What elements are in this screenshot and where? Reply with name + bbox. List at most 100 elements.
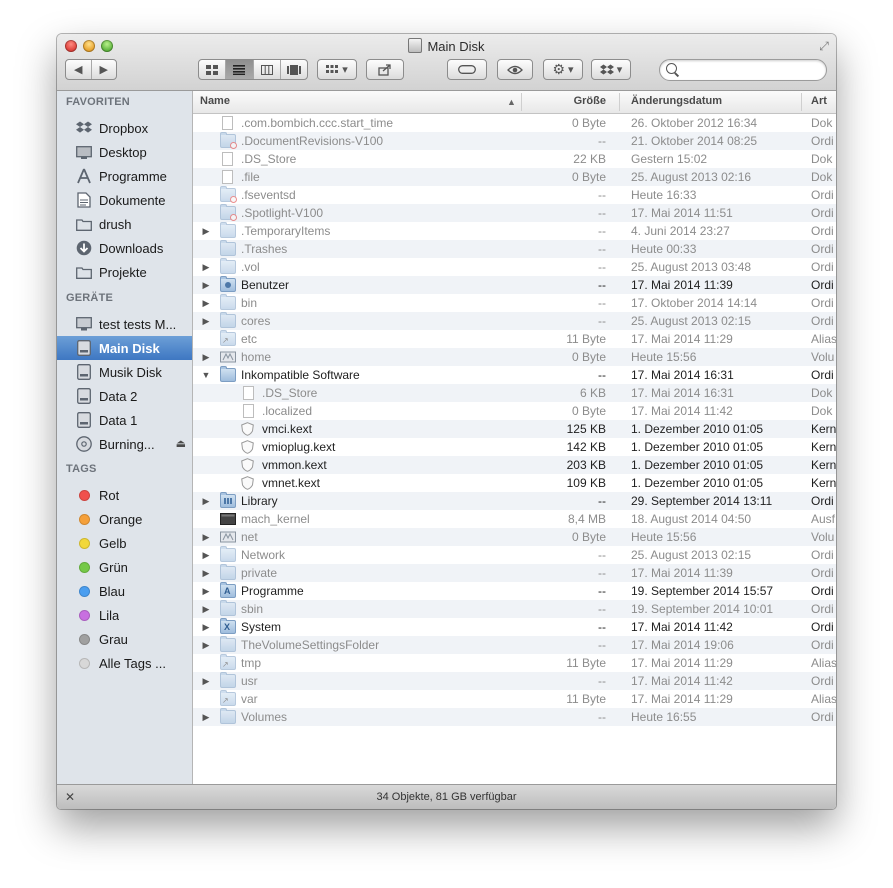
- sidebar-item-test-tests-m[interactable]: test tests M...: [57, 312, 192, 336]
- file-name: Volumes: [241, 710, 288, 724]
- disclosure-open-icon[interactable]: ▼: [201, 366, 211, 384]
- icon-view-button[interactable]: [199, 60, 227, 79]
- arrange-button[interactable]: ▾: [317, 59, 357, 80]
- sidebar-item-drush[interactable]: drush: [57, 212, 192, 236]
- disclosure-closed-icon[interactable]: ▶: [201, 312, 211, 330]
- table-row[interactable]: .DS_Store 22 KB Gestern 15:02 Dok: [193, 150, 836, 168]
- sidebar-item-dropbox[interactable]: Dropbox: [57, 116, 192, 140]
- tags-button[interactable]: [447, 59, 487, 80]
- file-size: --: [598, 638, 606, 652]
- table-row[interactable]: ▶ bin -- 17. Oktober 2014 14:14 Ordi: [193, 294, 836, 312]
- sidebar-item-burning[interactable]: Burning... ⏏: [57, 432, 192, 456]
- disclosure-closed-icon[interactable]: ▶: [201, 348, 211, 366]
- table-row[interactable]: .Trashes -- Heute 00:33 Ordi: [193, 240, 836, 258]
- dropbox-button[interactable]: ▾: [591, 59, 631, 80]
- table-row[interactable]: .DocumentRevisions-V100 -- 21. Oktober 201…: [193, 132, 836, 150]
- table-row[interactable]: .com.bombich.ccc.start_time 0 Byte 26. Okt…: [193, 114, 836, 132]
- table-row[interactable]: .localized 0 Byte 17. Mai 2014 11:42 Dok: [193, 402, 836, 420]
- sidebar-item-projekte[interactable]: Projekte: [57, 260, 192, 284]
- grid-icon: [206, 64, 219, 75]
- table-row[interactable]: ↗ tmp 11 Byte 17. Mai 2014 11:29 Alias: [193, 654, 836, 672]
- table-row[interactable]: ↗ etc 11 Byte 17. Mai 2014 11:29 Alias: [193, 330, 836, 348]
- sidebar-item-data-1[interactable]: Data 1: [57, 408, 192, 432]
- sidebar-item-lila[interactable]: Lila: [57, 603, 192, 627]
- sidebar-item-grau[interactable]: Grau: [57, 627, 192, 651]
- table-row[interactable]: ▶ usr -- 17. Mai 2014 11:42 Ordi: [193, 672, 836, 690]
- sidebar-item-main-disk[interactable]: Main Disk: [57, 336, 192, 360]
- list-view-button[interactable]: [226, 60, 254, 79]
- table-row[interactable]: ▶ TheVolumeSettingsFolder -- 17. Mai 2014 1…: [193, 636, 836, 654]
- table-row[interactable]: ▶ Volumes -- Heute 16:55 Ordi: [193, 708, 836, 726]
- sidebar-item-gelb[interactable]: Gelb: [57, 531, 192, 555]
- table-row[interactable]: vmci.kext 125 KB 1. Dezember 2010 01:05 Ker…: [193, 420, 836, 438]
- table-row[interactable]: ▶ sbin -- 19. September 2014 10:01 Ordi: [193, 600, 836, 618]
- disclosure-closed-icon[interactable]: ▶: [201, 546, 211, 564]
- table-row[interactable]: ▶ X System -- 17. Mai 2014 11:42 Ordi: [193, 618, 836, 636]
- disclosure-closed-icon[interactable]: ▶: [201, 582, 211, 600]
- disclosure-closed-icon[interactable]: ▶: [201, 528, 211, 546]
- column-size[interactable]: Größe: [523, 95, 606, 107]
- table-row[interactable]: .DS_Store 6 KB 17. Mai 2014 16:31 Dok: [193, 384, 836, 402]
- table-row[interactable]: ▶ Benutzer -- 17. Mai 2014 11:39 Ordi: [193, 276, 836, 294]
- table-row[interactable]: mach_kernel 8,4 MB 18. August 2014 04:50 Au…: [193, 510, 836, 528]
- disclosure-closed-icon[interactable]: ▶: [201, 564, 211, 582]
- sidebar-item-alle-tags[interactable]: Alle Tags ...: [57, 651, 192, 675]
- table-row[interactable]: ▶ cores -- 25. August 2013 02:15 Ordi: [193, 312, 836, 330]
- disclosure-closed-icon[interactable]: ▶: [201, 672, 211, 690]
- disclosure-closed-icon[interactable]: ▶: [201, 636, 211, 654]
- action-button[interactable]: ⚙ ▾: [543, 59, 583, 80]
- disclosure-closed-icon[interactable]: ▶: [201, 294, 211, 312]
- sidebar-item-blau[interactable]: Blau: [57, 579, 192, 603]
- sidebar-item-dokumente[interactable]: Dokumente: [57, 188, 192, 212]
- search-field[interactable]: [659, 59, 827, 81]
- sidebar-item-desktop[interactable]: Desktop: [57, 140, 192, 164]
- table-row[interactable]: ▼ Inkompatible Software -- 17. Mai 2014 16:…: [193, 366, 836, 384]
- column-date[interactable]: Änderungsdatum: [631, 95, 722, 107]
- share-button[interactable]: [366, 59, 404, 80]
- table-row[interactable]: ▶ Library -- 29. September 2014 13:11 Ordi: [193, 492, 836, 510]
- sidebar-item-orange[interactable]: Orange: [57, 507, 192, 531]
- table-row[interactable]: .Spotlight-V100 -- 17. Mai 2014 11:51 Ordi: [193, 204, 836, 222]
- table-row[interactable]: ▶ .TemporaryItems -- 4. Juni 2014 23:27 Ordi: [193, 222, 836, 240]
- table-row[interactable]: ▶ .vol -- 25. August 2013 03:48 Ordi: [193, 258, 836, 276]
- column-name[interactable]: Name: [200, 95, 230, 107]
- table-row[interactable]: .fseventsd -- Heute 16:33 Ordi: [193, 186, 836, 204]
- disclosure-closed-icon[interactable]: ▶: [201, 600, 211, 618]
- table-row[interactable]: ▶ home 0 Byte Heute 15:56 Volu: [193, 348, 836, 366]
- document-icon: [243, 404, 254, 418]
- kext-shield-icon: [241, 458, 254, 472]
- eject-icon[interactable]: ⏏: [176, 437, 186, 450]
- sidebar-item-grün[interactable]: Grün: [57, 555, 192, 579]
- table-row[interactable]: ↗ var 11 Byte 17. Mai 2014 11:29 Alias: [193, 690, 836, 708]
- sidebar-item-rot[interactable]: Rot: [57, 483, 192, 507]
- sidebar-item-data-2[interactable]: Data 2: [57, 384, 192, 408]
- table-row[interactable]: vmnet.kext 109 KB 1. Dezember 2010 01:05 Ke…: [193, 474, 836, 492]
- disclosure-closed-icon[interactable]: ▶: [201, 708, 211, 726]
- table-row[interactable]: ▶ Network -- 25. August 2013 02:15 Ordi: [193, 546, 836, 564]
- file-size: 0 Byte: [571, 404, 606, 418]
- disclosure-closed-icon[interactable]: ▶: [201, 618, 211, 636]
- quick-look-button[interactable]: [497, 59, 533, 80]
- table-row[interactable]: .file 0 Byte 25. August 2013 02:16 Dok: [193, 168, 836, 186]
- forward-button[interactable]: ▶: [92, 60, 117, 79]
- disclosure-closed-icon[interactable]: ▶: [201, 258, 211, 276]
- table-row[interactable]: ▶ net 0 Byte Heute 15:56 Volu: [193, 528, 836, 546]
- table-row[interactable]: vmmon.kext 203 KB 1. Dezember 2010 01:05 Ke…: [193, 456, 836, 474]
- sidebar-item-programme[interactable]: Programme: [57, 164, 192, 188]
- sidebar-heading-favorites: FAVORITEN: [66, 96, 130, 108]
- disclosure-closed-icon[interactable]: ▶: [201, 276, 211, 294]
- search-input[interactable]: [682, 62, 824, 80]
- back-button[interactable]: ◀: [66, 60, 92, 79]
- sidebar-item-downloads[interactable]: Downloads: [57, 236, 192, 260]
- column-view-button[interactable]: [254, 60, 281, 79]
- fullscreen-icon[interactable]: ⤢: [817, 39, 831, 53]
- table-row[interactable]: ▶ private -- 17. Mai 2014 11:39 Ordi: [193, 564, 836, 582]
- table-row[interactable]: ▶ A Programme -- 19. September 2014 15:57 Ord…: [193, 582, 836, 600]
- column-kind[interactable]: Art: [811, 95, 827, 107]
- table-row[interactable]: vmioplug.kext 142 KB 1. Dezember 2010 01:0…: [193, 438, 836, 456]
- disclosure-closed-icon[interactable]: ▶: [201, 222, 211, 240]
- sidebar-item-musik-disk[interactable]: Musik Disk: [57, 360, 192, 384]
- disclosure-closed-icon[interactable]: ▶: [201, 492, 211, 510]
- cover-flow-button[interactable]: [281, 60, 307, 79]
- file-name: .Trashes: [241, 242, 288, 256]
